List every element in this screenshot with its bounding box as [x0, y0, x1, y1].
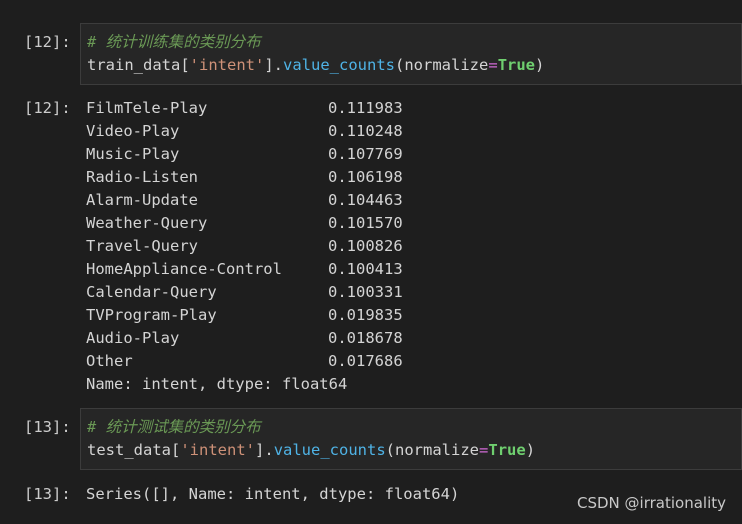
output-row: Audio-Play 0.018678	[86, 327, 403, 350]
output-row-value: 0.104463	[328, 191, 403, 209]
code-variable: train_data	[87, 56, 181, 74]
code-true-literal: True	[497, 56, 536, 74]
output-row: Radio-Listen 0.106198	[86, 166, 403, 189]
code-paren-open: (	[385, 441, 396, 459]
cell-13-input-prompt: [13]:	[24, 418, 71, 436]
output-row: TVProgram-Play 0.019835	[86, 304, 403, 327]
output-row: HomeAppliance-Control 0.100413	[86, 258, 403, 281]
cell-13-code-line: test_data['intent'].value_counts(normali…	[87, 439, 741, 462]
code-bracket-close: ]	[264, 56, 274, 74]
code-method: value_counts	[283, 56, 395, 74]
output-footer: Name: intent, dtype: float64	[86, 375, 348, 393]
output-row: Alarm-Update 0.104463	[86, 189, 403, 212]
output-row-label: Travel-Query	[86, 237, 198, 255]
output-row-label: FilmTele-Play	[86, 99, 208, 117]
output-row-value: 0.019835	[328, 306, 403, 324]
code-string-key: 'intent'	[180, 441, 255, 459]
cell-12-output-prompt: [12]:	[24, 99, 71, 117]
code-equals: =	[479, 441, 489, 459]
output-row: Other 0.017686	[86, 350, 403, 373]
output-row-label: Alarm-Update	[86, 191, 198, 209]
code-string-key: 'intent'	[189, 56, 265, 74]
output-row: Travel-Query 0.100826	[86, 235, 403, 258]
output-row-value: 0.101570	[328, 214, 403, 232]
output-row-label: Other	[86, 352, 133, 370]
cell-13-comment: # 统计测试集的类别分布	[87, 418, 261, 436]
cell-12-code-editor[interactable]: # 统计训练集的类别分布 train_data['intent'].value_…	[80, 23, 742, 85]
output-row-value: 0.017686	[328, 352, 403, 370]
code-variable: test_data	[87, 441, 171, 459]
code-paren-open: (	[395, 56, 405, 74]
cell-13-code-editor[interactable]: # 统计测试集的类别分布 test_data['intent'].value_c…	[80, 408, 742, 470]
output-row-value: 0.110248	[328, 122, 403, 140]
cell-13-output-text: Series([], Name: intent, dtype: float64)	[86, 485, 460, 503]
output-row-value: 0.100826	[328, 237, 403, 255]
output-row: Calendar-Query 0.100331	[86, 281, 403, 304]
output-row-value: 0.100413	[328, 260, 403, 278]
code-arg-name: normalize	[395, 441, 480, 459]
cell-12-input-prompt: [12]:	[24, 33, 71, 51]
code-arg-name: normalize	[404, 56, 489, 74]
output-row-value: 0.111983	[328, 99, 403, 117]
code-bracket-open: [	[180, 56, 190, 74]
code-equals: =	[488, 56, 498, 74]
cell-12-comment: # 统计训练集的类别分布	[87, 33, 261, 51]
output-row: Music-Play 0.107769	[86, 143, 403, 166]
cell-12-code-line: train_data['intent'].value_counts(normal…	[87, 54, 741, 77]
code-bracket-close: ]	[255, 441, 265, 459]
code-method: value_counts	[273, 441, 386, 459]
output-row-value: 0.100331	[328, 283, 403, 301]
output-row: Video-Play 0.110248	[86, 120, 403, 143]
cell-13-output-prompt: [13]:	[24, 485, 71, 503]
output-row-label: Weather-Query	[86, 214, 208, 232]
code-dot: .	[264, 441, 274, 459]
output-row-label: TVProgram-Play	[86, 306, 217, 324]
cell-12-output: FilmTele-Play 0.111983 Video-Play 0.110248 M…	[86, 97, 403, 396]
output-row-label: Radio-Listen	[86, 168, 198, 186]
code-bracket-open: [	[171, 441, 181, 459]
output-row: Weather-Query 0.101570	[86, 212, 403, 235]
output-row-label: Audio-Play	[86, 329, 180, 347]
output-row-label: Video-Play	[86, 122, 180, 140]
cell-13-output: Series([], Name: intent, dtype: float64)	[86, 483, 459, 506]
watermark: CSDN @irrationality	[577, 494, 726, 512]
output-row-label: Music-Play	[86, 145, 180, 163]
code-true-literal: True	[488, 441, 526, 459]
output-row-label: Calendar-Query	[86, 283, 217, 301]
output-row: FilmTele-Play 0.111983	[86, 97, 403, 120]
code-dot: .	[273, 56, 284, 74]
output-row-value: 0.107769	[328, 145, 403, 163]
code-paren-close: )	[525, 441, 536, 459]
output-row-value: 0.018678	[328, 329, 403, 347]
output-row-value: 0.106198	[328, 168, 403, 186]
output-row-label: HomeAppliance-Control	[86, 260, 282, 278]
code-paren-close: )	[535, 56, 545, 74]
